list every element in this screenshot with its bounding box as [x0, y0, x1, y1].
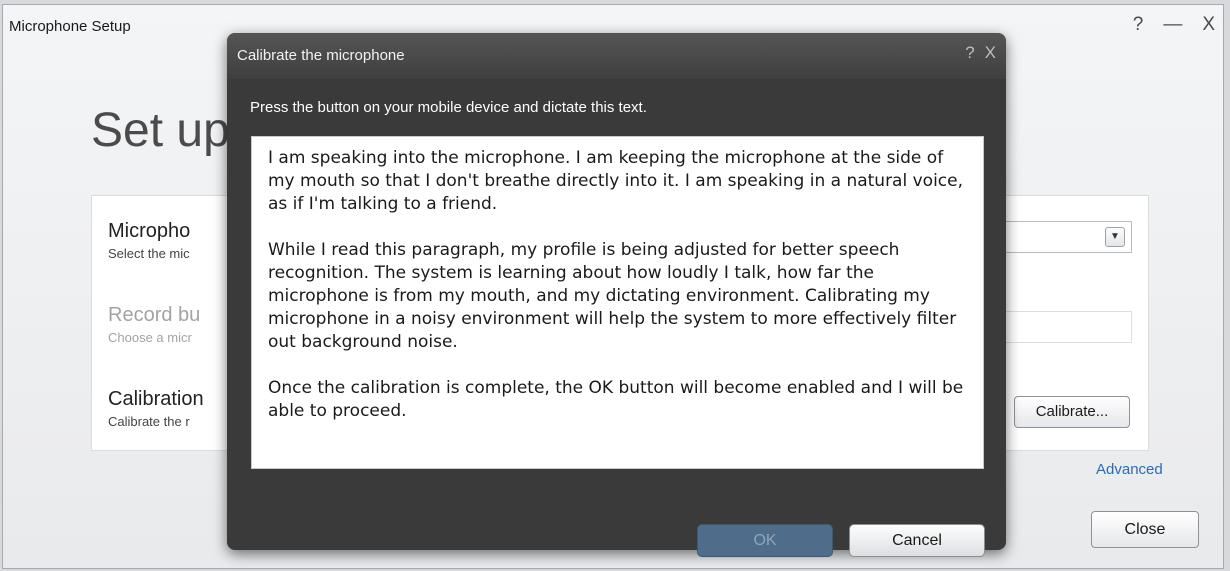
- dialog-titlebar: Calibrate the microphone ? X: [227, 33, 1006, 79]
- dialog-help-icon[interactable]: ?: [965, 43, 974, 63]
- calibration-row-subtitle: Calibrate the r: [108, 414, 190, 429]
- window-title: Microphone Setup: [9, 18, 131, 35]
- page-heading: Set up: [91, 104, 230, 157]
- microphone-row-subtitle: Select the mic: [108, 246, 190, 261]
- help-icon[interactable]: ?: [1133, 15, 1144, 35]
- calibration-row-title: Calibration: [108, 388, 204, 410]
- record-row-title: Record bu: [108, 304, 201, 326]
- calibration-paragraph: Once the calibration is complete, the OK…: [268, 378, 964, 421]
- dialog-controls: ? X: [965, 43, 996, 63]
- ok-button[interactable]: OK: [697, 524, 833, 557]
- microphone-row: Micropho Select the mic: [108, 220, 190, 261]
- dialog-instruction: Press the button on your mobile device a…: [250, 99, 647, 116]
- record-button-field: [1004, 311, 1132, 343]
- record-row-subtitle: Choose a micr: [108, 330, 192, 345]
- close-icon[interactable]: X: [1202, 15, 1215, 35]
- calibration-text-box: I am speaking into the microphone. I am …: [251, 136, 984, 469]
- record-button-row: Record bu Choose a micr: [108, 304, 200, 345]
- cancel-button[interactable]: Cancel: [849, 524, 985, 557]
- window-controls: ? — X: [1133, 15, 1215, 35]
- close-button[interactable]: Close: [1091, 511, 1199, 548]
- dialog-title: Calibrate the microphone: [237, 47, 405, 64]
- microphone-dropdown[interactable]: ▼: [1004, 221, 1132, 253]
- microphone-row-title: Micropho: [108, 220, 191, 242]
- calibrate-dialog: Calibrate the microphone ? X Press the b…: [227, 33, 1006, 557]
- calibrate-button[interactable]: Calibrate...: [1014, 396, 1130, 428]
- chevron-down-icon[interactable]: ▼: [1105, 227, 1125, 247]
- advanced-link[interactable]: Advanced: [1096, 461, 1163, 478]
- dialog-close-icon[interactable]: X: [985, 43, 996, 63]
- calibration-paragraph: I am speaking into the microphone. I am …: [268, 148, 963, 214]
- calibration-paragraph: While I read this paragraph, my profile …: [268, 240, 957, 352]
- minimize-icon[interactable]: —: [1163, 15, 1182, 35]
- calibration-row: Calibration Calibrate the r: [108, 388, 204, 429]
